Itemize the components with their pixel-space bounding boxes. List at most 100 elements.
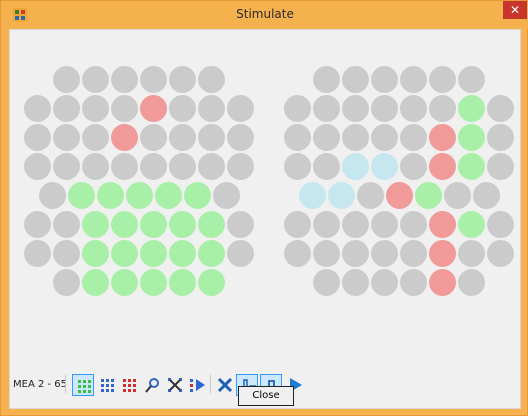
electrode[interactable] bbox=[400, 240, 427, 267]
electrode[interactable] bbox=[342, 240, 369, 267]
electrode[interactable] bbox=[169, 66, 196, 93]
electrode[interactable] bbox=[371, 66, 398, 93]
electrode[interactable] bbox=[183, 182, 211, 209]
electrode[interactable] bbox=[24, 95, 51, 122]
electrode[interactable] bbox=[198, 240, 225, 267]
electrode[interactable] bbox=[140, 240, 167, 267]
electrode[interactable] bbox=[227, 124, 254, 151]
electrode[interactable] bbox=[458, 153, 485, 180]
electrode[interactable] bbox=[313, 269, 340, 296]
electrode[interactable] bbox=[487, 211, 514, 238]
electrode[interactable] bbox=[400, 211, 427, 238]
electrode[interactable] bbox=[82, 66, 109, 93]
electrode[interactable] bbox=[82, 153, 109, 180]
electrode[interactable] bbox=[371, 153, 398, 180]
electrode[interactable] bbox=[53, 95, 80, 122]
electrode[interactable] bbox=[140, 66, 167, 93]
electrode[interactable] bbox=[472, 182, 500, 209]
electrode[interactable] bbox=[140, 211, 167, 238]
electrode[interactable] bbox=[400, 95, 427, 122]
electrode[interactable] bbox=[284, 95, 311, 122]
electrode[interactable] bbox=[111, 95, 138, 122]
electrode[interactable] bbox=[342, 269, 369, 296]
electrode[interactable] bbox=[96, 182, 124, 209]
electrode[interactable] bbox=[400, 153, 427, 180]
electrode[interactable] bbox=[169, 95, 196, 122]
window-close-button[interactable]: ✕ bbox=[503, 1, 527, 19]
electrode[interactable] bbox=[385, 182, 413, 209]
electrode[interactable] bbox=[82, 95, 109, 122]
electrode[interactable] bbox=[111, 240, 138, 267]
close-button[interactable]: Close bbox=[238, 386, 294, 406]
electrode[interactable] bbox=[342, 95, 369, 122]
electrode[interactable] bbox=[227, 211, 254, 238]
electrode[interactable] bbox=[327, 182, 355, 209]
electrode[interactable] bbox=[111, 211, 138, 238]
electrode[interactable] bbox=[198, 153, 225, 180]
electrode[interactable] bbox=[227, 153, 254, 180]
electrode[interactable] bbox=[53, 211, 80, 238]
electrode[interactable] bbox=[458, 269, 485, 296]
electrode[interactable] bbox=[82, 211, 109, 238]
electrode[interactable] bbox=[198, 95, 225, 122]
electrode[interactable] bbox=[429, 153, 456, 180]
electrode[interactable] bbox=[140, 95, 167, 122]
electrode[interactable] bbox=[140, 124, 167, 151]
electrode[interactable] bbox=[227, 95, 254, 122]
electrode[interactable] bbox=[371, 124, 398, 151]
electrode[interactable] bbox=[24, 211, 51, 238]
electrode[interactable] bbox=[356, 182, 384, 209]
electrode[interactable] bbox=[458, 240, 485, 267]
electrode[interactable] bbox=[313, 95, 340, 122]
zoom-button[interactable] bbox=[142, 374, 164, 396]
shuffle-button[interactable] bbox=[164, 374, 186, 396]
electrode[interactable] bbox=[487, 124, 514, 151]
electrode[interactable] bbox=[53, 153, 80, 180]
electrode[interactable] bbox=[111, 124, 138, 151]
play-grid-button[interactable] bbox=[186, 374, 208, 396]
electrode[interactable] bbox=[371, 269, 398, 296]
electrode[interactable] bbox=[429, 66, 456, 93]
electrode[interactable] bbox=[284, 153, 311, 180]
electrode[interactable] bbox=[313, 240, 340, 267]
electrode[interactable] bbox=[487, 153, 514, 180]
electrode[interactable] bbox=[53, 269, 80, 296]
electrode[interactable] bbox=[400, 66, 427, 93]
electrode[interactable] bbox=[342, 124, 369, 151]
electrode[interactable] bbox=[82, 269, 109, 296]
electrode[interactable] bbox=[140, 153, 167, 180]
electrode[interactable] bbox=[24, 240, 51, 267]
electrode[interactable] bbox=[487, 95, 514, 122]
electrode[interactable] bbox=[298, 182, 326, 209]
electrode[interactable] bbox=[198, 124, 225, 151]
title-bar[interactable]: Stimulate ✕ bbox=[1, 1, 528, 29]
electrode[interactable] bbox=[458, 95, 485, 122]
electrode[interactable] bbox=[284, 124, 311, 151]
electrode[interactable] bbox=[342, 66, 369, 93]
electrode[interactable] bbox=[342, 211, 369, 238]
electrode[interactable] bbox=[313, 211, 340, 238]
electrode[interactable] bbox=[458, 124, 485, 151]
electrode[interactable] bbox=[169, 269, 196, 296]
electrode[interactable] bbox=[342, 153, 369, 180]
electrode[interactable] bbox=[400, 124, 427, 151]
electrode[interactable] bbox=[313, 66, 340, 93]
electrode[interactable] bbox=[82, 240, 109, 267]
electrode[interactable] bbox=[111, 66, 138, 93]
electrode[interactable] bbox=[458, 66, 485, 93]
electrode[interactable] bbox=[487, 240, 514, 267]
electrode[interactable] bbox=[284, 211, 311, 238]
electrode[interactable] bbox=[53, 66, 80, 93]
grid-blue-button[interactable] bbox=[96, 374, 118, 396]
electrode[interactable] bbox=[400, 269, 427, 296]
electrode[interactable] bbox=[371, 95, 398, 122]
electrode[interactable] bbox=[429, 269, 456, 296]
electrode[interactable] bbox=[414, 182, 442, 209]
electrode[interactable] bbox=[313, 153, 340, 180]
electrode[interactable] bbox=[169, 211, 196, 238]
electrode[interactable] bbox=[443, 182, 471, 209]
electrode[interactable] bbox=[284, 240, 311, 267]
electrode[interactable] bbox=[458, 211, 485, 238]
electrode[interactable] bbox=[125, 182, 153, 209]
electrode[interactable] bbox=[38, 182, 66, 209]
